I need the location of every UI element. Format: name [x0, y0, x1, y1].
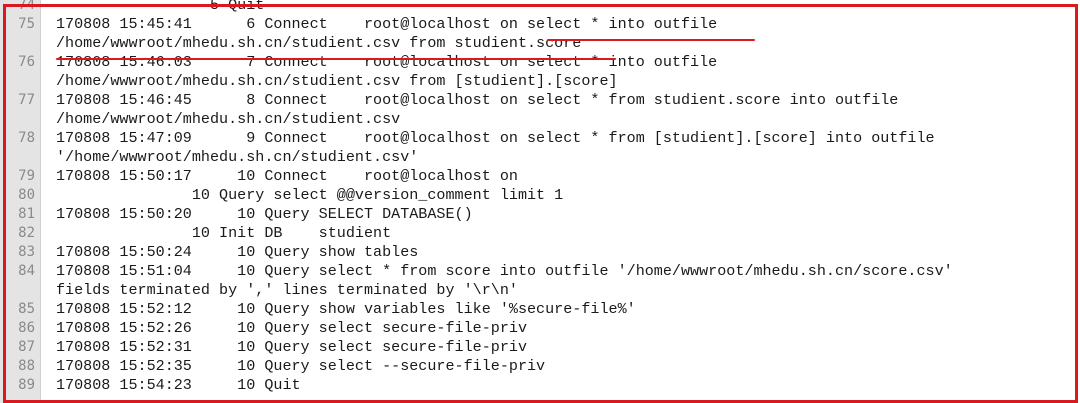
line-number: 77: [18, 92, 35, 108]
line-number: [0, 34, 40, 53]
log-text: '/home/wwwroot/mhedu.sh.cn/studient.csv': [56, 148, 419, 166]
log-line[interactable]: 80 10 Query select @@version_comment lim…: [0, 186, 1080, 205]
log-text: 10 Query select @@version_comment limit …: [56, 186, 564, 204]
line-number: 74: [18, 0, 35, 13]
line-number: 75: [18, 16, 35, 32]
log-text: 170808 15:51:04 10 Query select * from s…: [56, 262, 953, 280]
log-line-wrapped[interactable]: /home/wwwroot/mhedu.sh.cn/studient.csv f…: [0, 72, 1080, 91]
log-text: 170808 15:54:23 10 Quit: [56, 376, 301, 394]
line-number: 88: [18, 358, 35, 374]
line-number: 89: [18, 377, 35, 393]
log-text: 10 Init DB studient: [56, 224, 392, 242]
log-text: 5 Quit: [56, 0, 265, 14]
log-line[interactable]: 86 170808 15:52:26 10 Query select secur…: [0, 319, 1080, 338]
log-line-wrapped[interactable]: '/home/wwwroot/mhedu.sh.cn/studient.csv': [0, 148, 1080, 167]
line-number: 80: [18, 187, 35, 203]
line-number: 86: [18, 320, 35, 336]
log-text: 170808 15:50:20 10 Query SELECT DATABASE…: [56, 205, 473, 223]
log-text: 170808 15:52:26 10 Query select secure-f…: [56, 319, 528, 337]
line-number: [0, 72, 40, 91]
log-line[interactable]: 82 10 Init DB studient: [0, 224, 1080, 243]
log-text: 170808 15:45:41 6 Connect root@localhost…: [56, 15, 718, 33]
log-line[interactable]: 81 170808 15:50:20 10 Query SELECT DATAB…: [0, 205, 1080, 224]
log-line[interactable]: 84 170808 15:51:04 10 Query select * fro…: [0, 262, 1080, 281]
line-number: [0, 110, 40, 129]
line-number: [0, 148, 40, 167]
line-number: 84: [18, 263, 35, 279]
log-line[interactable]: 78 170808 15:47:09 9 Connect root@localh…: [0, 129, 1080, 148]
line-number: 83: [18, 244, 35, 260]
log-text: 170808 15:46:45 8 Connect root@localhost…: [56, 91, 899, 109]
log-text: 170808 15:50:17 10 Connect root@localhos…: [56, 167, 518, 185]
log-text: 170808 15:50:24 10 Query show tables: [56, 243, 419, 261]
line-number: 76: [18, 54, 35, 70]
line-number: 78: [18, 130, 35, 146]
line-number: 87: [18, 339, 35, 355]
log-line[interactable]: 76 170808 15:46:03 7 Connect root@localh…: [0, 53, 1080, 72]
line-number: [0, 281, 40, 300]
log-text: /home/wwwroot/mhedu.sh.cn/studient.csv: [56, 110, 401, 128]
log-line[interactable]: 75 170808 15:45:41 6 Connect root@localh…: [0, 15, 1080, 34]
line-number: 82: [18, 225, 35, 241]
log-line[interactable]: 88 170808 15:52:35 10 Query select --sec…: [0, 357, 1080, 376]
log-line[interactable]: 77 170808 15:46:45 8 Connect root@localh…: [0, 91, 1080, 110]
log-line[interactable]: 87 170808 15:52:31 10 Query select secur…: [0, 338, 1080, 357]
log-text: fields terminated by ',' lines terminate…: [56, 281, 518, 299]
log-text: /home/wwwroot/mhedu.sh.cn/studient.csv f…: [56, 72, 618, 90]
log-editor[interactable]: 74 5 Quit 75 170808 15:45:41 6 Connect r…: [0, 0, 1080, 403]
log-line-wrapped[interactable]: /home/wwwroot/mhedu.sh.cn/studient.csv f…: [0, 34, 1080, 53]
log-text: 170808 15:52:31 10 Query select secure-f…: [56, 338, 528, 356]
log-text: 170808 15:52:12 10 Query show variables …: [56, 300, 636, 318]
log-line[interactable]: 79 170808 15:50:17 10 Connect root@local…: [0, 167, 1080, 186]
line-number: 85: [18, 301, 35, 317]
log-line-wrapped[interactable]: fields terminated by ',' lines terminate…: [0, 281, 1080, 300]
line-number: 81: [18, 206, 35, 222]
log-line[interactable]: 89 170808 15:54:23 10 Quit: [0, 376, 1080, 395]
log-line[interactable]: 83 170808 15:50:24 10 Query show tables: [0, 243, 1080, 262]
log-text: 170808 15:52:35 10 Query select --secure…: [56, 357, 546, 375]
log-line[interactable]: 74 5 Quit: [0, 0, 1080, 15]
log-line[interactable]: 85 170808 15:52:12 10 Query show variabl…: [0, 300, 1080, 319]
log-line-wrapped[interactable]: /home/wwwroot/mhedu.sh.cn/studient.csv: [0, 110, 1080, 129]
log-text: 170808 15:47:09 9 Connect root@localhost…: [56, 129, 935, 147]
log-text: /home/wwwroot/mhedu.sh.cn/studient.csv f…: [56, 34, 582, 52]
log-text: 170808 15:46:03 7 Connect root@localhost…: [56, 53, 718, 71]
line-number: 79: [18, 168, 35, 184]
